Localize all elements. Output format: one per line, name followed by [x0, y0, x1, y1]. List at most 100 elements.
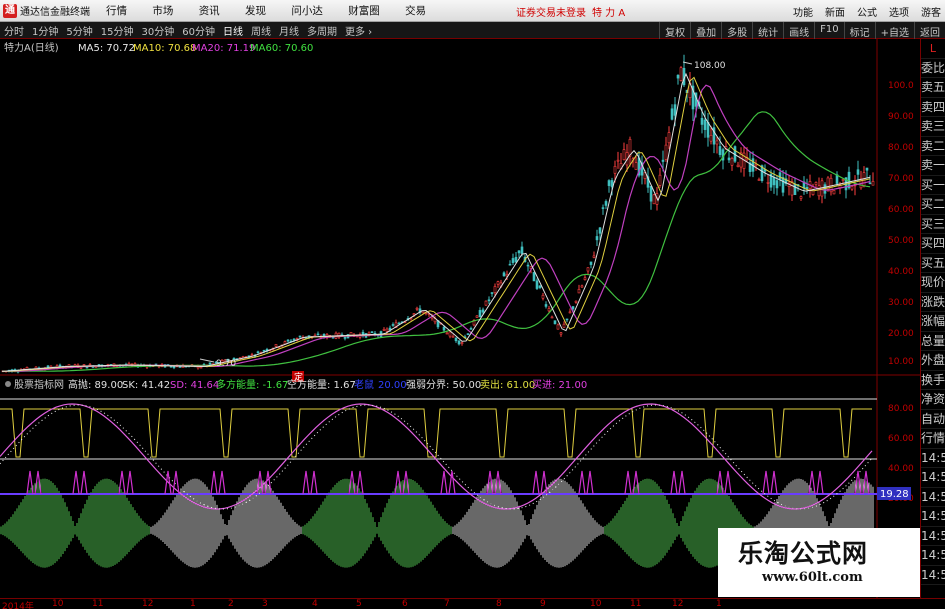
sidebar-item[interactable]: 14:5: [921, 527, 945, 546]
main-menu: 行情 市场 资讯 发现 问小达 财富圈 交易: [106, 3, 448, 18]
app-logo-icon: 通: [3, 3, 17, 18]
sidebar-item[interactable]: 总量: [921, 332, 945, 351]
btn-biaoji[interactable]: 标记: [843, 22, 875, 39]
candle-body: [772, 177, 776, 186]
ind-maichu: 卖出: 61.00: [480, 378, 535, 391]
period-more[interactable]: 更多 ›: [341, 23, 376, 38]
candle-body: [850, 186, 854, 190]
btn-diejia[interactable]: 叠加: [690, 22, 721, 39]
candle-body: [559, 332, 563, 335]
period-monthly[interactable]: 月线: [275, 23, 303, 38]
btn-tongji[interactable]: 统计: [752, 22, 783, 39]
indicator-toggle-icon[interactable]: [5, 381, 11, 387]
price-tick: 10.00: [888, 357, 914, 367]
candle-body: [382, 329, 386, 331]
sidebar-item[interactable]: 净资: [921, 390, 945, 410]
candle-body: [370, 331, 374, 334]
period-5min[interactable]: 5分钟: [62, 23, 96, 38]
period-daily[interactable]: 日线: [219, 23, 247, 38]
ind-laoshu-value: 20.00: [378, 380, 407, 391]
sidebar-item[interactable]: 现价: [921, 273, 945, 293]
candle-body: [445, 332, 449, 335]
sidebar-item[interactable]: 买三: [921, 215, 945, 234]
sidebar-item[interactable]: 14:5: [921, 566, 945, 585]
sidebar-item[interactable]: 卖二: [921, 137, 945, 156]
btn-fanhui[interactable]: 返回: [914, 22, 945, 39]
sidebar-item[interactable]: 卖三: [921, 117, 945, 137]
period-30min[interactable]: 30分钟: [137, 23, 178, 38]
period-15min[interactable]: 15分钟: [97, 23, 138, 38]
candle-body: [592, 255, 596, 258]
btn-f10[interactable]: F10: [814, 22, 843, 39]
menu-xuanxiang[interactable]: 选项: [889, 4, 909, 19]
menu-gongshi[interactable]: 公式: [857, 4, 877, 19]
sidebar-item[interactable]: 14:5: [921, 507, 945, 527]
sidebar-item[interactable]: 14:5: [921, 468, 945, 488]
date-tick: 2014年: [2, 602, 34, 609]
candle-body: [580, 285, 584, 288]
candle-body: [496, 281, 500, 285]
menu-item-shichang[interactable]: 市场: [152, 5, 173, 17]
sidebar-item[interactable]: 买五: [921, 254, 945, 273]
chart-area[interactable]: 特力A(日线) MA5: 70.72 MA10: 70.68 MA20: 71.…: [0, 39, 920, 598]
sidebar-item[interactable]: 外盘: [921, 351, 945, 371]
menu-item-caifuquan[interactable]: 财富圈: [348, 5, 380, 17]
sidebar-item[interactable]: 14:5: [921, 546, 945, 566]
menu-gongneng[interactable]: 功能: [793, 4, 813, 19]
sidebar-item[interactable]: 委比: [921, 59, 945, 78]
sidebar-item[interactable]: 涨跌: [921, 293, 945, 312]
user-guest[interactable]: 游客: [921, 4, 941, 19]
candle-body: [262, 350, 266, 352]
candle-body: [607, 180, 611, 186]
ind-gaopao: 高抛: 89.00: [68, 378, 123, 391]
menu-item-zixun[interactable]: 资讯: [199, 5, 220, 17]
candle-body: [583, 277, 587, 280]
menu-item-jiaoyi[interactable]: 交易: [405, 5, 426, 17]
date-tick: 1: [190, 599, 196, 609]
period-fenshi[interactable]: 分时: [0, 23, 28, 38]
period-weekly[interactable]: 周线: [247, 23, 275, 38]
price-tick: 80.00: [888, 143, 914, 153]
candle-body: [448, 331, 452, 337]
date-tick: 7: [444, 599, 450, 609]
menu-item-wenxiaoda[interactable]: 问小达: [291, 5, 323, 17]
btn-fuquan[interactable]: 复权: [659, 22, 690, 39]
menu-xinmian[interactable]: 新面: [825, 4, 845, 19]
menu-item-faxian[interactable]: 发现: [245, 5, 266, 17]
btn-huaxian[interactable]: 画线: [783, 22, 814, 39]
watermark: 乐淘公式网 www.60lt.com: [718, 528, 920, 597]
ind-laoshu: 老鼠: [354, 378, 374, 391]
sidebar-item[interactable]: 换手: [921, 371, 945, 390]
candle-body: [727, 157, 731, 161]
sidebar-item[interactable]: 卖一: [921, 156, 945, 176]
candle-body: [385, 328, 389, 332]
menu-item-hangqing[interactable]: 行情: [106, 5, 127, 17]
candle-body: [286, 339, 290, 342]
candle-body: [553, 320, 557, 325]
sidebar-item[interactable]: 卖五: [921, 78, 945, 98]
period-1min[interactable]: 1分钟: [28, 23, 62, 38]
period-60min[interactable]: 60分钟: [178, 23, 219, 38]
sidebar-item[interactable]: 涨幅: [921, 312, 945, 332]
sidebar-item[interactable]: 卖四: [921, 98, 945, 117]
sidebar-item[interactable]: 买四: [921, 234, 945, 254]
btn-zixuan[interactable]: +自选: [874, 22, 914, 39]
sidebar-item[interactable]: 买二: [921, 195, 945, 215]
candle-body: [754, 164, 758, 166]
date-tick: 11: [92, 599, 104, 609]
sidebar-item[interactable]: 行情: [921, 429, 945, 449]
period-multi[interactable]: 多周期: [303, 23, 341, 38]
sidebar-item[interactable]: 14:5: [921, 488, 945, 507]
date-axis: 2014年 10 11 12 1 2 3 4 5 6 7 8 9 10 11 1…: [0, 598, 945, 609]
sidebar-item[interactable]: 14:5: [921, 449, 945, 468]
sidebar-item[interactable]: 自动: [921, 410, 945, 429]
candle-body: [667, 132, 671, 144]
candle-body: [718, 146, 722, 155]
login-status: 证券交易未登录特 力 A: [516, 8, 626, 19]
candle-body: [679, 67, 683, 81]
btn-duogu[interactable]: 多股: [721, 22, 752, 39]
candle-body: [82, 364, 86, 366]
candle-body: [79, 367, 83, 369]
date-tick: 10: [52, 599, 64, 609]
sidebar-item[interactable]: 买一: [921, 176, 945, 195]
